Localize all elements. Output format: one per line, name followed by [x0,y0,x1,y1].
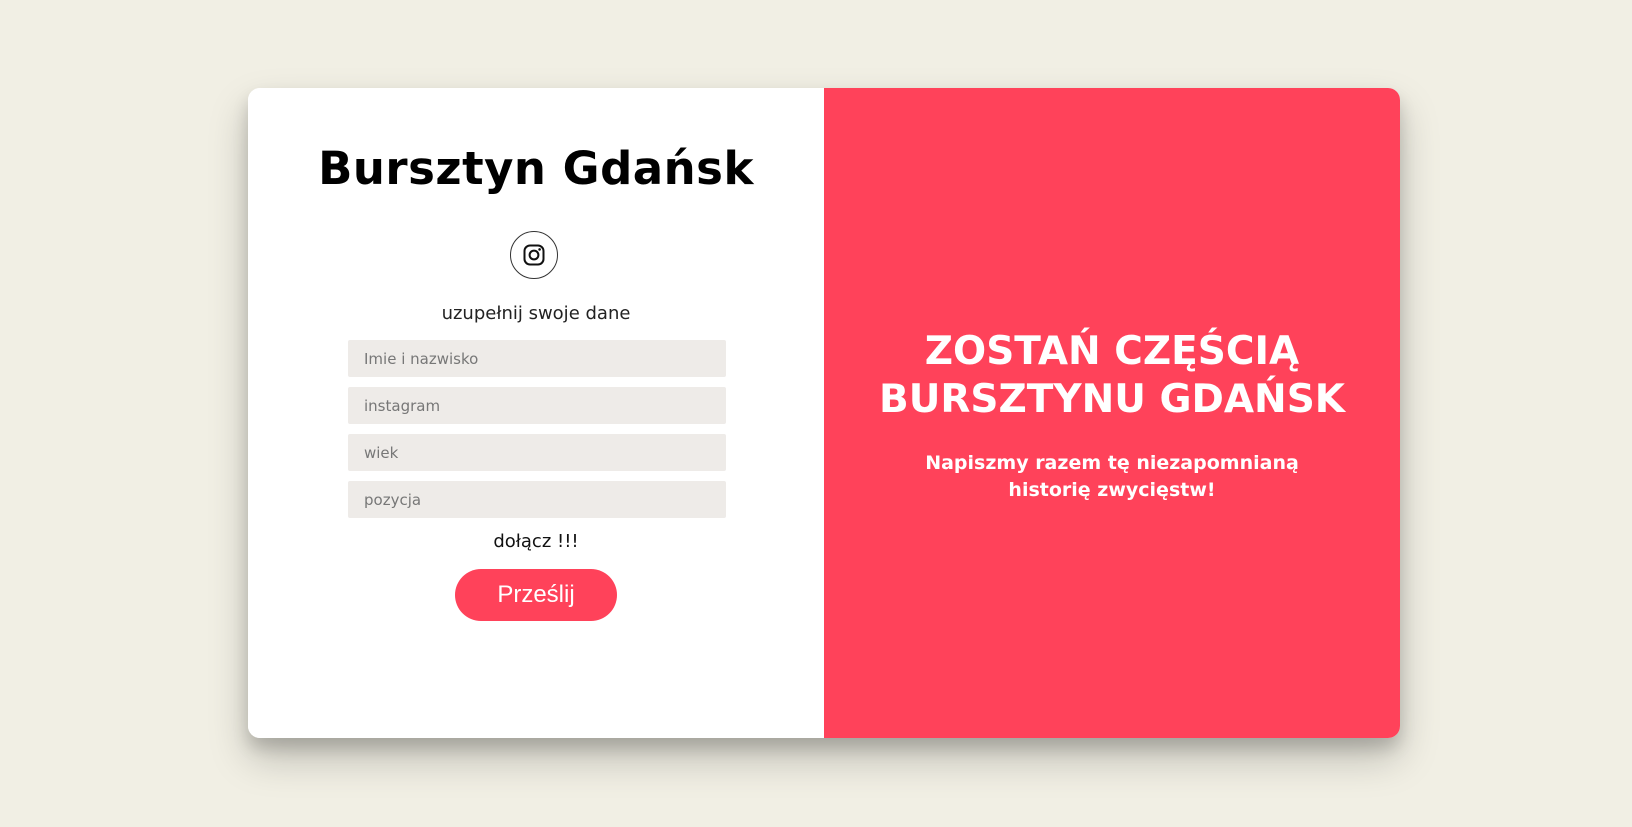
instagram-icon [523,244,545,266]
form-panel: Bursztyn Gdańsk uzupełnij swoje dane doł… [248,88,824,738]
name-field[interactable] [348,340,726,377]
promo-text: Napiszmy razem tę niezapomnianą historię… [925,452,1299,501]
join-text: dołącz !!! [493,531,579,552]
submit-button[interactable]: Prześlij [455,569,617,621]
position-field[interactable] [348,481,726,518]
instagram-field[interactable] [348,387,726,424]
promo-heading: ZOSTAŃ CZĘŚCIĄ BURSZTYNU GDAŃSK [878,329,1346,422]
signup-card: Bursztyn Gdańsk uzupełnij swoje dane doł… [248,88,1400,738]
age-field[interactable] [348,434,726,471]
promo-panel: ZOSTAŃ CZĘŚCIĄ BURSZTYNU GDAŃSK Napiszmy… [824,88,1400,738]
form-caption: uzupełnij swoje dane [441,303,631,324]
page-title: Bursztyn Gdańsk [318,142,754,195]
instagram-link[interactable] [510,231,558,279]
